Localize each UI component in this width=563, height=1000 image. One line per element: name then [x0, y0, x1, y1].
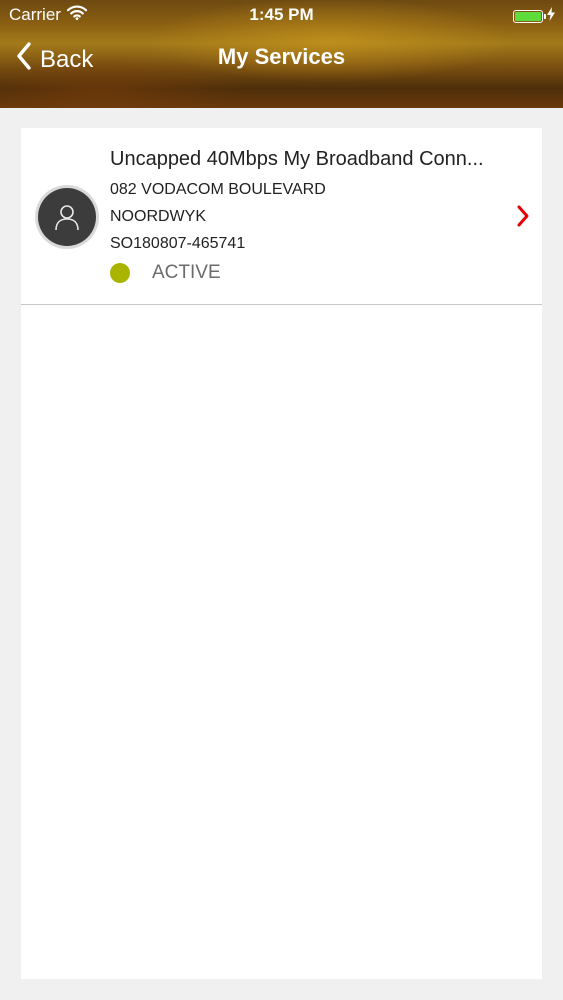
- status-bar: Carrier 1:45 PM: [0, 0, 563, 30]
- service-address: 082 VODACOM BOULEVARD: [110, 181, 326, 198]
- status-time: 1:45 PM: [249, 5, 314, 24]
- user-avatar-icon: [38, 188, 96, 246]
- battery-icon: [513, 9, 546, 23]
- page-title: My Services: [217, 44, 346, 69]
- status-indicator-dot: [110, 263, 130, 283]
- charging-bolt-icon: [547, 6, 555, 26]
- service-city: NOORDWYK: [110, 208, 206, 225]
- service-status: ACTIVE: [110, 262, 221, 284]
- service-list-item[interactable]: Uncapped 40Mbps My Broadband Conn... 082…: [21, 128, 542, 305]
- service-title: Uncapped 40Mbps My Broadband Conn...: [110, 148, 484, 170]
- app-header: Carrier 1:45 PM Back My Services: [0, 0, 563, 108]
- navigation-bar: Back My Services: [0, 34, 563, 80]
- service-order-number: SO180807-465741: [110, 235, 246, 252]
- chevron-right-icon[interactable]: [516, 204, 530, 233]
- services-list: Uncapped 40Mbps My Broadband Conn... 082…: [21, 128, 542, 979]
- status-label: ACTIVE: [152, 262, 221, 283]
- battery-status: [513, 6, 555, 26]
